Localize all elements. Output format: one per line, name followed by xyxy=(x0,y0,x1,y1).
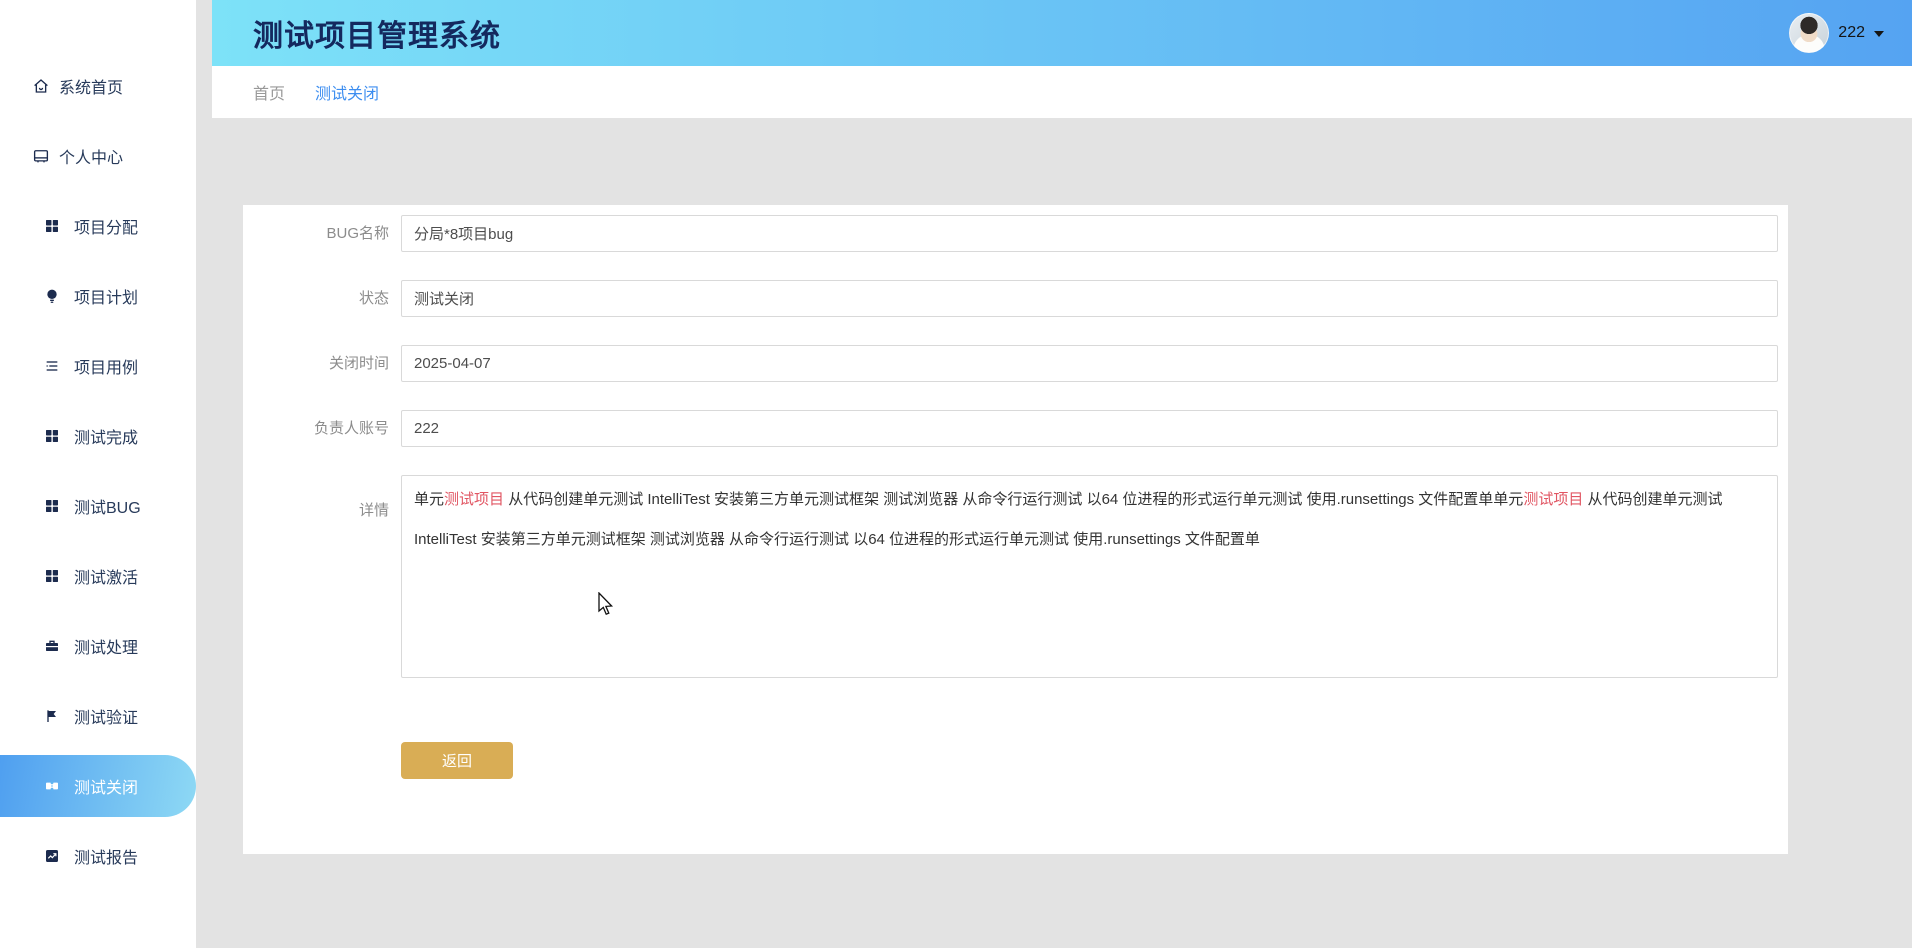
sidebar-item-label: 测试关闭 xyxy=(74,780,139,797)
sidebar-item-label: 测试报告 xyxy=(74,850,139,867)
sidebar-item-test-report[interactable]: 测试报告 xyxy=(0,821,196,891)
sidebar-item-label: 测试完成 xyxy=(74,430,139,447)
sidebar-item-label: 测试激活 xyxy=(74,570,139,587)
sidebar-item-project-plan[interactable]: 项目计划 xyxy=(0,261,196,331)
toolbox-icon xyxy=(44,638,60,654)
sidebar: 系统首页个人中心项目分配项目计划项目用例测试完成测试BUG 测试激活测试处理测试验… xyxy=(0,0,196,948)
sidebar-item-test-process[interactable]: 测试处理 xyxy=(0,611,196,681)
page: 系统首页个人中心项目分配项目计划项目用例测试完成测试BUG 测试激活测试处理测试验… xyxy=(0,0,1912,948)
detail-text: 单元 xyxy=(414,491,445,508)
sidebar-item-label: 项目计划 xyxy=(74,290,139,307)
detail-text: 从代码创建单元测试 IntelliTest 安装第三方单元测试框架 测试浏览器 … xyxy=(504,491,1524,508)
home-icon xyxy=(32,77,50,95)
page-title: 测试项目管理系统 xyxy=(253,20,501,53)
list-icon xyxy=(44,358,60,374)
detail-label: 详情 xyxy=(358,502,389,519)
profile-icon xyxy=(32,147,50,165)
sidebar-item-system-home[interactable]: 系统首页 xyxy=(0,51,196,121)
status-input[interactable] xyxy=(401,280,1778,317)
form-row-owner-account: 负责人账号 xyxy=(243,410,1778,447)
sidebar-item-test-bug[interactable]: 测试BUG xyxy=(0,471,196,541)
sidebar-item-project-case[interactable]: 项目用例 xyxy=(0,331,196,401)
tab-bar: 首页 测试关闭 xyxy=(212,66,1912,118)
bug-name-label: BUG名称 xyxy=(326,225,389,242)
sidebar-item-label: 个人中心 xyxy=(59,150,124,167)
detail-link[interactable]: 测试项目 xyxy=(444,491,504,508)
sidebar-item-label: 项目分配 xyxy=(74,220,139,237)
sidebar-item-project-assign[interactable]: 项目分配 xyxy=(0,191,196,261)
close-time-input[interactable] xyxy=(401,345,1778,382)
sidebar-item-label: 测试处理 xyxy=(74,640,139,657)
back-button[interactable]: 返回 xyxy=(401,742,513,779)
avatar[interactable] xyxy=(1789,13,1830,53)
main-area: 测试项目管理系统 222 首页 测试关闭 BUG名称 状态 关闭时间 xyxy=(212,0,1912,948)
report-icon xyxy=(44,848,60,864)
sidebar-item-label: 系统首页 xyxy=(59,80,124,97)
sidebar-item-label: 测试验证 xyxy=(74,710,139,727)
username: 222 xyxy=(1838,24,1865,41)
form-row-status: 状态 xyxy=(243,280,1778,317)
status-label: 状态 xyxy=(358,290,389,307)
sidebar-item-test-verify[interactable]: 测试验证 xyxy=(0,681,196,751)
detail-link[interactable]: 测试项目 xyxy=(1523,491,1583,508)
app-header: 测试项目管理系统 222 xyxy=(212,0,1912,66)
flag-icon xyxy=(44,708,60,724)
sidebar-item-label: 项目用例 xyxy=(74,360,139,377)
form-card: BUG名称 状态 关闭时间 负责人账号 详情 单元测试项目 xyxy=(243,205,1788,854)
bulb-icon xyxy=(44,288,60,304)
sidebar-item-test-activate[interactable]: 测试激活 xyxy=(0,541,196,611)
tab-home[interactable]: 首页 xyxy=(253,80,285,104)
grid-icon xyxy=(44,498,60,514)
owner-account-label: 负责人账号 xyxy=(313,420,389,437)
owner-account-input[interactable] xyxy=(401,410,1778,447)
grid-icon xyxy=(44,428,60,444)
detail-content[interactable]: 单元测试项目 从代码创建单元测试 IntelliTest 安装第三方单元测试框架… xyxy=(401,475,1778,678)
bug-name-input[interactable] xyxy=(401,215,1778,252)
chevron-down-icon xyxy=(1874,31,1884,37)
form-row-detail: 详情 单元测试项目 从代码创建单元测试 IntelliTest 安装第三方单元测… xyxy=(243,475,1778,678)
grid-icon xyxy=(44,218,60,234)
grid-icon xyxy=(44,568,60,584)
ticket-icon xyxy=(44,778,60,794)
close-time-label: 关闭时间 xyxy=(328,355,389,372)
sidebar-item-test-complete[interactable]: 测试完成 xyxy=(0,401,196,471)
form-row-bug-name: BUG名称 xyxy=(243,215,1778,252)
sidebar-item-label: 测试BUG xyxy=(74,500,141,517)
tab-test-close[interactable]: 测试关闭 xyxy=(315,80,379,104)
content-area: BUG名称 状态 关闭时间 负责人账号 详情 单元测试项目 xyxy=(212,118,1912,948)
sidebar-item-test-close[interactable]: 测试关闭 xyxy=(0,755,196,817)
sidebar-item-profile[interactable]: 个人中心 xyxy=(0,121,196,191)
form-row-close-time: 关闭时间 xyxy=(243,345,1778,382)
user-menu[interactable]: 222 xyxy=(1789,13,1884,53)
